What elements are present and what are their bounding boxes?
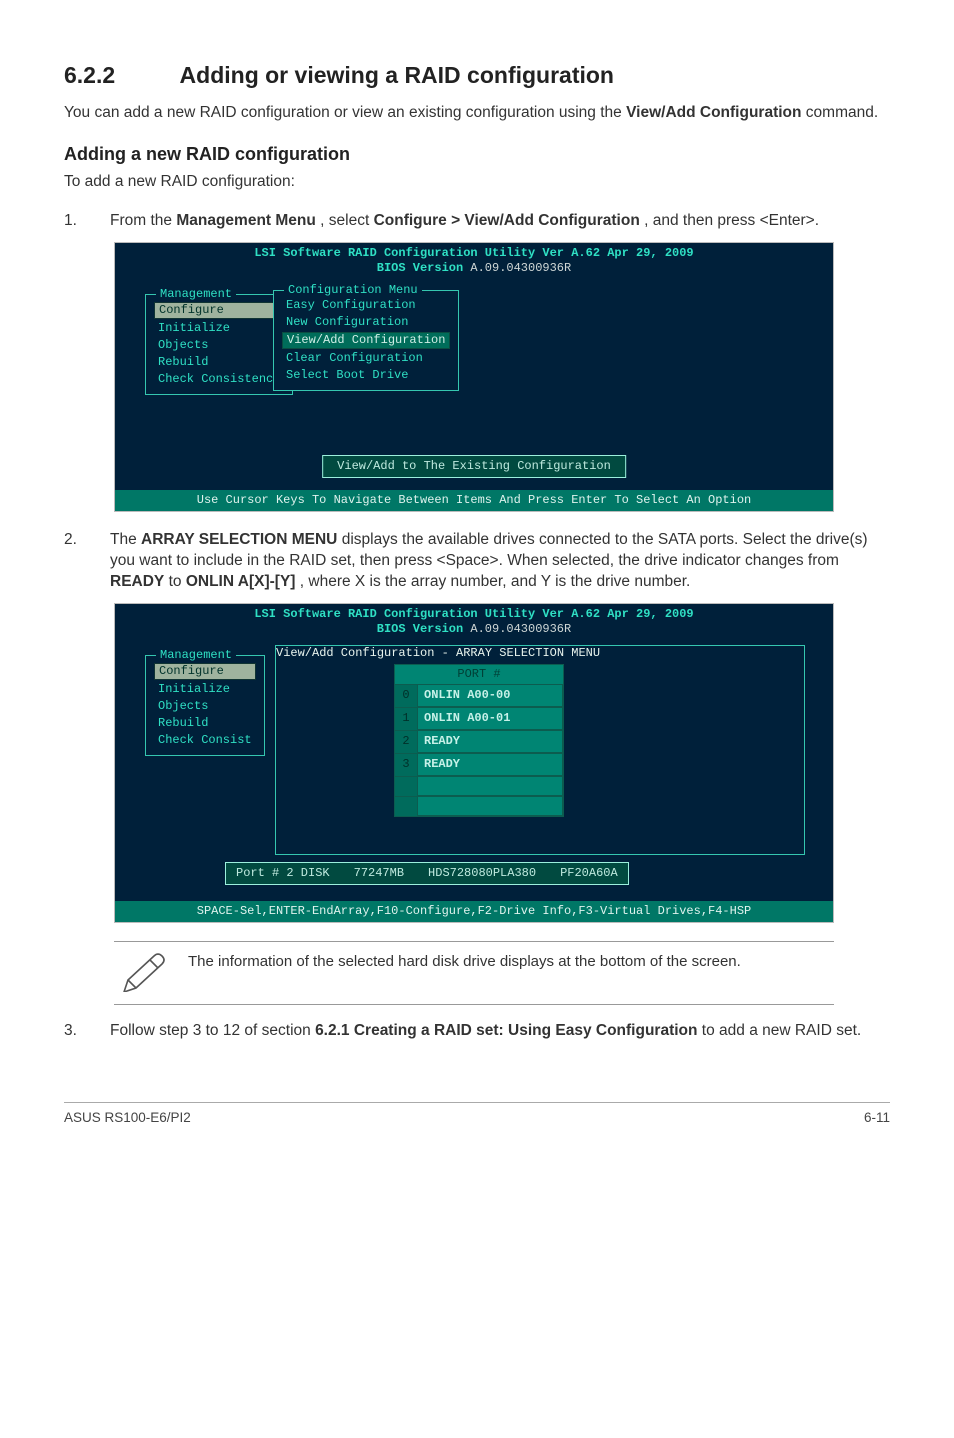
page-footer: ASUS RS100-E6/PI2 6-11 [64, 1102, 890, 1127]
port-row-3[interactable]: 3 READY [395, 753, 563, 776]
bios1-help-text: View/Add to The Existing Configuration [322, 455, 626, 478]
menu-item-initialize[interactable]: Initialize [156, 320, 282, 337]
section-number: 6.2.2 [64, 60, 174, 91]
menu-item-configure-2[interactable]: Configure [154, 663, 256, 680]
subsection-lead: To add a new RAID configuration: [64, 172, 890, 193]
cfg-item-view-add[interactable]: View/Add Configuration [282, 332, 450, 349]
port-header: PORT # [395, 665, 563, 684]
note-callout: The information of the selected hard dis… [114, 941, 834, 1005]
bios1-body: Management Configure Initialize Objects … [115, 280, 833, 490]
pencil-note-icon [120, 952, 168, 992]
section-heading: 6.2.2 Adding or viewing a RAID configura… [64, 60, 890, 91]
port-table[interactable]: PORT # 0 ONLIN A00-00 1 ONLIN A00-01 2 R… [394, 664, 564, 817]
intro-paragraph: You can add a new RAID configuration or … [64, 103, 890, 124]
drive-info-bar: Port # 2 DISK 77247MB HDS728080PLA380 PF… [225, 862, 629, 885]
menu-item-check-consist-2[interactable]: Check Consist [156, 732, 254, 749]
management-menu-2[interactable]: Management Configure Initialize Objects … [145, 655, 265, 756]
menu-item-objects[interactable]: Objects [156, 337, 282, 354]
step-2: 2. The ARRAY SELECTION MENU displays the… [64, 530, 890, 593]
menu-item-configure[interactable]: Configure [154, 302, 284, 319]
bios1-header: LSI Software RAID Configuration Utility … [115, 243, 833, 280]
step-1: 1. From the Management Menu , select Con… [64, 211, 890, 232]
bios2-header: LSI Software RAID Configuration Utility … [115, 604, 833, 641]
bios-screenshot-1: LSI Software RAID Configuration Utility … [114, 242, 834, 512]
menu-item-initialize-2[interactable]: Initialize [156, 681, 254, 698]
port-row-empty-1 [395, 776, 563, 796]
step-3: 3. Follow step 3 to 12 of section 6.2.1 … [64, 1021, 890, 1042]
menu-item-objects-2[interactable]: Objects [156, 698, 254, 715]
cfg-item-easy[interactable]: Easy Configuration [284, 297, 448, 314]
cfg-item-clear[interactable]: Clear Configuration [284, 350, 448, 367]
cfg-item-boot-drive[interactable]: Select Boot Drive [284, 367, 448, 384]
section-title-text: Adding or viewing a RAID configuration [180, 62, 614, 88]
management-menu[interactable]: Management Configure Initialize Objects … [145, 294, 293, 395]
menu-item-rebuild-2[interactable]: Rebuild [156, 715, 254, 732]
bios1-footer: Use Cursor Keys To Navigate Between Item… [115, 490, 833, 511]
bios2-body: Management Configure Initialize Objects … [115, 641, 833, 901]
subsection-heading: Adding a new RAID configuration [64, 142, 890, 166]
port-row-1[interactable]: 1 ONLIN A00-01 [395, 707, 563, 730]
menu-item-check-consistency[interactable]: Check Consistency [156, 371, 282, 388]
port-row-empty-2 [395, 796, 563, 816]
port-row-2[interactable]: 2 READY [395, 730, 563, 753]
bios-screenshot-2: LSI Software RAID Configuration Utility … [114, 603, 834, 923]
cfg-item-new[interactable]: New Configuration [284, 314, 448, 331]
bios2-footer: SPACE-Sel,ENTER-EndArray,F10-Configure,F… [115, 901, 833, 922]
note-text: The information of the selected hard dis… [188, 952, 741, 972]
menu-item-rebuild[interactable]: Rebuild [156, 354, 282, 371]
footer-left: ASUS RS100-E6/PI2 [64, 1109, 191, 1127]
configuration-menu[interactable]: Configuration Menu Easy Configuration Ne… [273, 290, 459, 391]
footer-right: 6-11 [864, 1109, 890, 1127]
array-selection-panel: View/Add Configuration - ARRAY SELECTION… [275, 645, 805, 855]
port-row-0[interactable]: 0 ONLIN A00-00 [395, 684, 563, 707]
